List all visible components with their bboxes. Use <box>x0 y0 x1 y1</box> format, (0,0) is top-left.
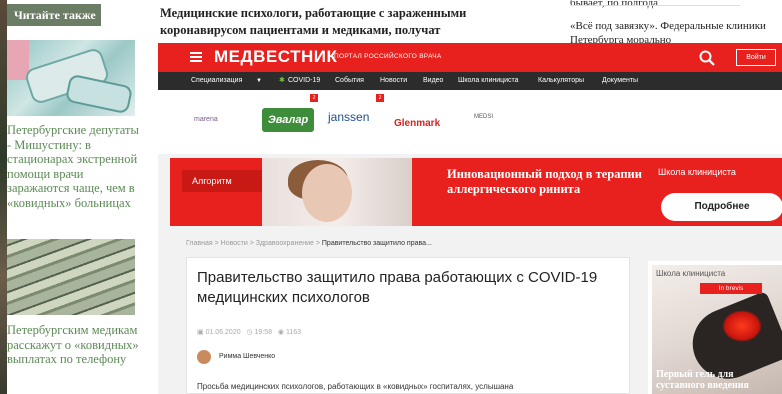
article-date: 01.06.2020 <box>205 329 241 336</box>
nav-item-specialization[interactable]: Специализация <box>191 72 242 90</box>
background-article-strip: Медицинские психологи, работающие с зара… <box>158 0 782 47</box>
sponsor-badge: 2 <box>376 94 384 102</box>
article-lead: Просьба медицинских психологов, работающ… <box>197 382 514 391</box>
sidebar-promo[interactable]: Школа клинициста In brevis Первый гель д… <box>648 261 782 394</box>
site-logo[interactable]: МЕДВЕСТНИК <box>214 47 337 67</box>
breadcrumb-current: Правительство защитило права... <box>321 240 432 247</box>
sponsor-logo-medsi[interactable]: MEDSI <box>474 114 514 120</box>
sponsor-logo-janssen[interactable]: janssen <box>328 110 369 124</box>
nav-item-documents[interactable]: Документы <box>602 72 638 90</box>
news-link-deputies[interactable]: Петербургские депутаты - Мишустину: в ст… <box>7 123 139 211</box>
left-edge-image <box>0 0 7 394</box>
nav-item-covid[interactable]: COVID-19 <box>288 72 320 90</box>
article-title: Правительство защитило права работающих … <box>197 269 598 306</box>
news-thumbnail-masks[interactable] <box>7 40 135 116</box>
banner-photo-face <box>302 164 352 222</box>
sponsor-logo-glenmark[interactable]: Glenmark <box>394 118 440 129</box>
clock-icon: ◷ <box>246 329 253 336</box>
article-card: Правительство защитило права работающих … <box>186 257 630 394</box>
divider <box>570 5 740 6</box>
nav-item-school[interactable]: Школа клинициста <box>458 72 519 90</box>
breadcrumb-news[interactable]: Новости <box>221 240 248 247</box>
site-header: МЕДВЕСТНИК ПОРТАЛ РОССИЙСКОГО ВРАЧА Войт… <box>158 43 782 72</box>
avatar[interactable] <box>197 350 211 364</box>
more-button[interactable]: Подробнее <box>661 193 782 221</box>
banner-label: Алгоритм <box>182 170 262 192</box>
left-column: Читайте также Петербургские депутаты - М… <box>0 0 158 394</box>
breadcrumb-health[interactable]: Здравоохранение <box>256 240 314 247</box>
chevron-down-icon[interactable]: ▼ <box>256 72 262 90</box>
calendar-icon: ▣ <box>197 329 204 336</box>
article-meta: ▣ 01.06.2020 ◷ 19:58 ◉ 1163 <box>197 328 301 336</box>
sponsor-logos: marena Эвалар 2 janssen 2 Glenmark MEDSI <box>158 90 782 154</box>
sidebar-promo-title: Первый гель для суставного введения <box>656 369 749 391</box>
mask-shape <box>64 73 134 115</box>
news-thumbnail-money[interactable] <box>7 239 135 315</box>
sponsor-logo-marena[interactable]: marena <box>194 116 218 123</box>
nav-item-news[interactable]: Новости <box>380 72 407 90</box>
breadcrumb-home[interactable]: Главная <box>186 240 213 247</box>
site-tagline: ПОРТАЛ РОССИЙСКОГО ВРАЧА <box>334 53 442 60</box>
background-right-column: бывает, по полгода «Всё под завязку». Фе… <box>570 0 770 47</box>
breadcrumb: Главная > Новости > Здравоохранение > Пр… <box>186 240 432 247</box>
banner-school: Школа клинициста <box>658 167 736 177</box>
login-button[interactable]: Войти <box>736 49 776 66</box>
eye-icon: ◉ <box>277 329 285 336</box>
banner-title: Инновационный подход в терапии аллергиче… <box>447 167 642 196</box>
nav-item-calculators[interactable]: Калькуляторы <box>538 72 584 90</box>
nav-item-events[interactable]: События <box>335 72 364 90</box>
author-name[interactable]: Римма Шевченко <box>219 353 275 360</box>
article-views: 1163 <box>285 329 302 336</box>
in-brevis-badge: In brevis <box>700 283 762 294</box>
background-headline[interactable]: Медицинские психологи, работающие с зара… <box>160 5 510 39</box>
virus-icon: ✱ <box>279 77 285 84</box>
nav-item-video[interactable]: Видео <box>423 72 443 90</box>
promo-banner[interactable]: Алгоритм Инновационный подход в терапии … <box>170 158 782 226</box>
main-nav: Специализация ▼ ✱ COVID-19 События Новос… <box>158 72 782 90</box>
sponsor-badge: 2 <box>310 94 318 102</box>
article-time: 19:58 <box>254 329 273 336</box>
sponsor-logo-evalar[interactable]: Эвалар <box>262 108 314 132</box>
search-icon[interactable] <box>699 50 715 66</box>
medvestnik-page: МЕДВЕСТНИК ПОРТАЛ РОССИЙСКОГО ВРАЧА Войт… <box>158 43 782 394</box>
promo-image-highlight <box>722 310 762 342</box>
sidebar-school-label: Школа клинициста <box>656 269 726 278</box>
menu-icon[interactable] <box>190 52 202 62</box>
read-also-badge: Читайте также <box>7 4 101 26</box>
news-link-payments[interactable]: Петербургским медикам расскажут о «ковид… <box>7 323 139 367</box>
